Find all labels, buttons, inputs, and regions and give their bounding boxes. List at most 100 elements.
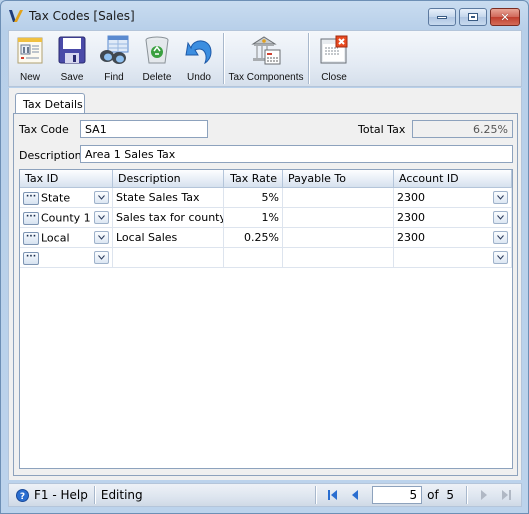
payable-to-cell[interactable] (283, 188, 394, 207)
close-button[interactable]: Close (313, 31, 355, 86)
lookup-button[interactable]: ··· (23, 251, 39, 265)
table-row[interactable]: ··· State State Sales Tax 5% 2300 (20, 188, 512, 208)
tax-code-input[interactable]: SA1 (80, 120, 208, 138)
chevron-down-icon (497, 215, 504, 220)
account-id-cell[interactable]: 2300 (394, 228, 512, 247)
chevron-down-icon (497, 235, 504, 240)
maximize-button[interactable] (459, 8, 487, 26)
description-cell[interactable] (113, 248, 224, 267)
column-header-account-id[interactable]: Account ID (394, 170, 512, 187)
dropdown-button[interactable] (493, 211, 508, 224)
description-input[interactable]: Area 1 Sales Tax (80, 145, 513, 163)
account-id-value: 2300 (397, 211, 425, 224)
status-separator (93, 486, 95, 504)
title-bar[interactable]: Tax Codes [Sales] ✕ (1, 1, 528, 31)
delete-button[interactable]: Delete (135, 31, 179, 86)
tax-id-cell[interactable]: ··· State (20, 188, 113, 207)
binoculars-icon (100, 35, 129, 64)
undo-button[interactable]: Undo (179, 31, 219, 86)
tax-id-cell[interactable]: ··· Local (20, 228, 113, 247)
column-header-tax-id[interactable]: Tax ID (20, 170, 113, 187)
lookup-button[interactable]: ··· (23, 191, 39, 205)
tab-tax-details[interactable]: Tax Details (15, 93, 85, 113)
previous-record-icon (352, 490, 359, 500)
tax-components-button[interactable]: Tax Components (228, 31, 304, 86)
tax-components-grid: Tax ID Description Tax Rate Payable To A… (19, 169, 513, 469)
table-row[interactable]: ··· Local Local Sales 0.25% 2300 (20, 228, 512, 248)
delete-label: Delete (142, 72, 172, 83)
account-id-cell[interactable]: 2300 (394, 208, 512, 227)
total-records: 5 (446, 488, 454, 502)
save-button[interactable]: Save (51, 31, 93, 86)
description-cell[interactable]: Sales tax for county 1 (113, 208, 224, 227)
lookup-button[interactable]: ··· (23, 231, 39, 245)
previous-record-button[interactable] (344, 486, 366, 504)
new-row[interactable]: ··· (20, 248, 512, 268)
chevron-down-icon (98, 255, 105, 260)
account-id-value: 2300 (397, 191, 425, 204)
tax-rate-cell[interactable]: 0.25% (224, 228, 283, 247)
chevron-down-icon (98, 215, 105, 220)
chevron-down-icon (497, 195, 504, 200)
column-header-payable-to[interactable]: Payable To (283, 170, 394, 187)
column-header-tax-rate[interactable]: Tax Rate (224, 170, 283, 187)
current-record-input[interactable]: 5 (372, 486, 423, 504)
close-window-icon (320, 35, 348, 64)
close-window-button[interactable]: ✕ (490, 8, 520, 26)
minimize-icon (437, 15, 447, 19)
app-logo-icon (9, 10, 23, 22)
tax-details-panel: Tax Code SA1 Total Tax 6.25% Description… (13, 113, 518, 476)
toolbar-separator (308, 33, 309, 84)
tax-rate-cell[interactable]: 5% (224, 188, 283, 207)
description-cell[interactable]: Local Sales (113, 228, 224, 247)
tax-code-label: Tax Code (19, 123, 69, 136)
dropdown-button[interactable] (94, 191, 109, 204)
description-cell[interactable]: State Sales Tax (113, 188, 224, 207)
table-row[interactable]: ···County 1 Sales tax for county 1 1% 23… (20, 208, 512, 228)
tax-components-label: Tax Components (228, 72, 304, 83)
record-navigator: 5 of 5 (309, 484, 521, 506)
payable-to-cell[interactable] (283, 228, 394, 247)
total-tax-field: 6.25% (412, 120, 513, 138)
new-label: New (19, 72, 40, 83)
minimize-button[interactable] (428, 8, 456, 26)
status-separator (466, 486, 467, 504)
find-button[interactable]: Find (93, 31, 135, 86)
new-button[interactable]: New (9, 31, 51, 86)
maximize-icon (468, 13, 478, 21)
chevron-down-icon (98, 195, 105, 200)
recycle-bin-icon (145, 36, 169, 64)
dropdown-button[interactable] (94, 251, 109, 264)
floppy-disk-icon (58, 36, 86, 64)
first-record-icon (328, 490, 338, 500)
close-label: Close (321, 72, 347, 83)
description-label: Description (19, 149, 82, 162)
help-icon[interactable]: ? (16, 488, 29, 502)
tax-id-value: State (41, 191, 71, 205)
save-label: Save (60, 72, 84, 83)
lookup-button[interactable]: ··· (23, 211, 39, 225)
dropdown-button[interactable] (94, 231, 109, 244)
tax-id-cell[interactable]: ··· County 1 (20, 208, 113, 227)
tax-rate-cell[interactable]: 1% (224, 208, 283, 227)
payable-to-cell[interactable] (283, 208, 394, 227)
dropdown-button[interactable] (94, 211, 109, 224)
chevron-down-icon (497, 255, 504, 260)
payable-to-cell[interactable] (283, 248, 394, 267)
tax-rate-cell[interactable] (224, 248, 283, 267)
dropdown-button[interactable] (493, 251, 508, 264)
dropdown-button[interactable] (493, 231, 508, 244)
account-id-cell[interactable]: 2300 (394, 188, 512, 207)
tax-codes-window: Tax Codes [Sales] ✕ New Save Find Delete… (0, 0, 529, 514)
help-label[interactable]: F1 - Help (34, 488, 88, 502)
tax-id-cell[interactable]: ··· (20, 248, 113, 267)
column-header-description[interactable]: Description (113, 170, 224, 187)
next-record-button[interactable] (473, 486, 495, 504)
first-record-button[interactable] (322, 486, 344, 504)
window-title: Tax Codes [Sales] (29, 9, 135, 23)
toolbar: New Save Find Delete Undo Tax Components… (8, 30, 522, 87)
account-id-cell[interactable] (394, 248, 512, 267)
last-record-button[interactable] (495, 486, 517, 504)
next-record-icon (481, 490, 487, 500)
dropdown-button[interactable] (493, 191, 508, 204)
